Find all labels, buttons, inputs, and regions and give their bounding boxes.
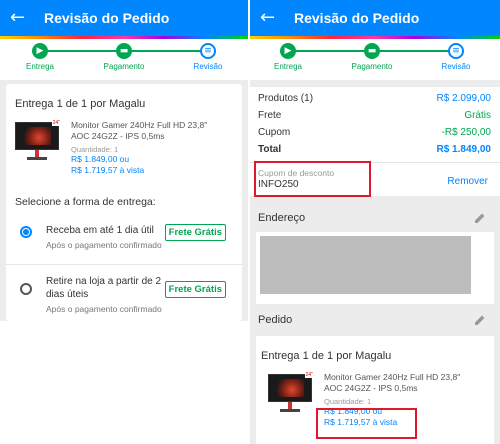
delivery-title: Entrega 1 de 1 por Magalu: [261, 350, 392, 362]
step-label: Entrega: [273, 62, 303, 71]
payment-icon: ▬: [116, 43, 132, 59]
option-title-line2: dias úteis: [46, 289, 89, 300]
left-screen: ← Revisão do Pedido ▶ Entrega ▬ Pagament…: [0, 0, 248, 444]
payment-icon: ▬: [364, 43, 380, 59]
option-subtitle: Após o pagamento confirmado: [46, 240, 162, 250]
shipping-heading: Selecione a forma de entrega:: [15, 196, 156, 208]
price-cash: R$ 1.719,57 à vista: [71, 165, 145, 175]
checkout-stepper: ▶ Entrega ▬ Pagamento ≡ Revisão: [250, 39, 500, 80]
app-bar: ← Revisão do Pedido: [250, 0, 500, 36]
step-label: Revisão: [441, 62, 471, 71]
step-label: Entrega: [25, 62, 55, 71]
product-name-line2: AOC 24G2Z - IPS 0,5ms: [71, 131, 165, 141]
free-shipping-badge: Frete Grátis: [164, 224, 226, 241]
delivery-title: Entrega 1 de 1 por Magalu: [15, 98, 146, 110]
summary-label: Total: [258, 144, 282, 155]
product-image: 24": [268, 372, 314, 414]
address-redacted-block: [260, 236, 471, 294]
summary-value: -R$ 250,00: [441, 127, 491, 138]
summary-label: Frete: [258, 110, 282, 121]
delivery-card: Entrega 1 de 1 por Magalu 24" Monitor Ga…: [6, 84, 242, 321]
summary-value: Grátis: [464, 110, 491, 121]
summary-label: Produtos (1): [258, 93, 314, 104]
summary-shipping: Frete Grátis: [258, 107, 491, 124]
shipping-option-pickup[interactable]: Retire na loja a partir de 2 dias úteis …: [15, 275, 234, 314]
product-item: 24" Monitor Gamer 240Hz Full HD 23,8" AO…: [15, 120, 234, 176]
checkout-stepper: ▶ Entrega ▬ Pagamento ≡ Revisão: [0, 39, 248, 80]
page-title: Revisão do Pedido: [44, 10, 170, 26]
radio-unselected[interactable]: [20, 283, 32, 295]
option-title: Retire na loja a partir de 2: [46, 276, 162, 287]
summary-label: Cupom: [258, 127, 291, 138]
price-highlight: [316, 408, 417, 439]
step-entrega[interactable]: ▶ Entrega: [258, 43, 318, 71]
truck-icon: ▶: [280, 43, 296, 59]
price-installment: R$ 1.849,00 ou: [71, 154, 130, 164]
empty-area: [0, 321, 248, 444]
app-bar: ← Revisão do Pedido: [0, 0, 248, 36]
step-label: Revisão: [193, 62, 223, 71]
option-subtitle: Após o pagamento confirmado: [46, 304, 162, 314]
review-icon: ≡: [200, 43, 216, 59]
divider: [6, 264, 242, 265]
back-arrow-icon[interactable]: ←: [260, 9, 282, 27]
step-pagamento[interactable]: ▬ Pagamento: [342, 43, 402, 71]
option-title: Receba em até 1 dia útil: [46, 225, 154, 236]
product-name-line2: AOC 24G2Z - IPS 0,5ms: [324, 383, 418, 393]
page-title: Revisão do Pedido: [294, 10, 420, 26]
right-screen: ← Revisão do Pedido ▶ Entrega ▬ Pagament…: [250, 0, 500, 444]
step-revisao: ≡ Revisão: [178, 43, 238, 71]
step-pagamento[interactable]: ▬ Pagamento: [94, 43, 154, 71]
step-label: Pagamento: [103, 62, 145, 71]
step-label: Pagamento: [351, 62, 393, 71]
review-icon: ≡: [448, 43, 464, 59]
product-quantity: Quantidade: 1: [324, 397, 372, 406]
summary-coupon: Cupom -R$ 250,00: [258, 124, 491, 141]
remove-coupon-button[interactable]: Remover: [447, 176, 488, 187]
product-name: Monitor Gamer 240Hz Full HD 23,8": [324, 372, 461, 382]
back-arrow-icon[interactable]: ←: [10, 9, 32, 27]
summary-value: R$ 2.099,00: [436, 93, 492, 104]
address-card: [256, 232, 494, 304]
order-heading: Pedido: [258, 314, 293, 326]
coupon-highlight: [254, 161, 371, 197]
product-image: 24": [15, 120, 61, 162]
step-entrega[interactable]: ▶ Entrega: [10, 43, 70, 71]
edit-address-icon[interactable]: [474, 212, 486, 224]
edit-order-icon[interactable]: [474, 314, 486, 326]
summary-products: Produtos (1) R$ 2.099,00: [258, 90, 491, 107]
shipping-option-delivery[interactable]: Receba em até 1 dia útil Após o pagament…: [15, 224, 234, 264]
summary-total: Total R$ 1.849,00: [258, 141, 491, 158]
truck-icon: ▶: [32, 43, 48, 59]
free-shipping-badge: Frete Grátis: [164, 281, 226, 298]
radio-selected[interactable]: [20, 226, 32, 238]
address-heading: Endereço: [258, 212, 306, 224]
product-name: Monitor Gamer 240Hz Full HD 23,8": [71, 120, 208, 130]
summary-value: R$ 1.849,00: [436, 144, 492, 155]
product-quantity: Quantidade: 1: [71, 145, 119, 154]
step-revisao: ≡ Revisão: [426, 43, 486, 71]
